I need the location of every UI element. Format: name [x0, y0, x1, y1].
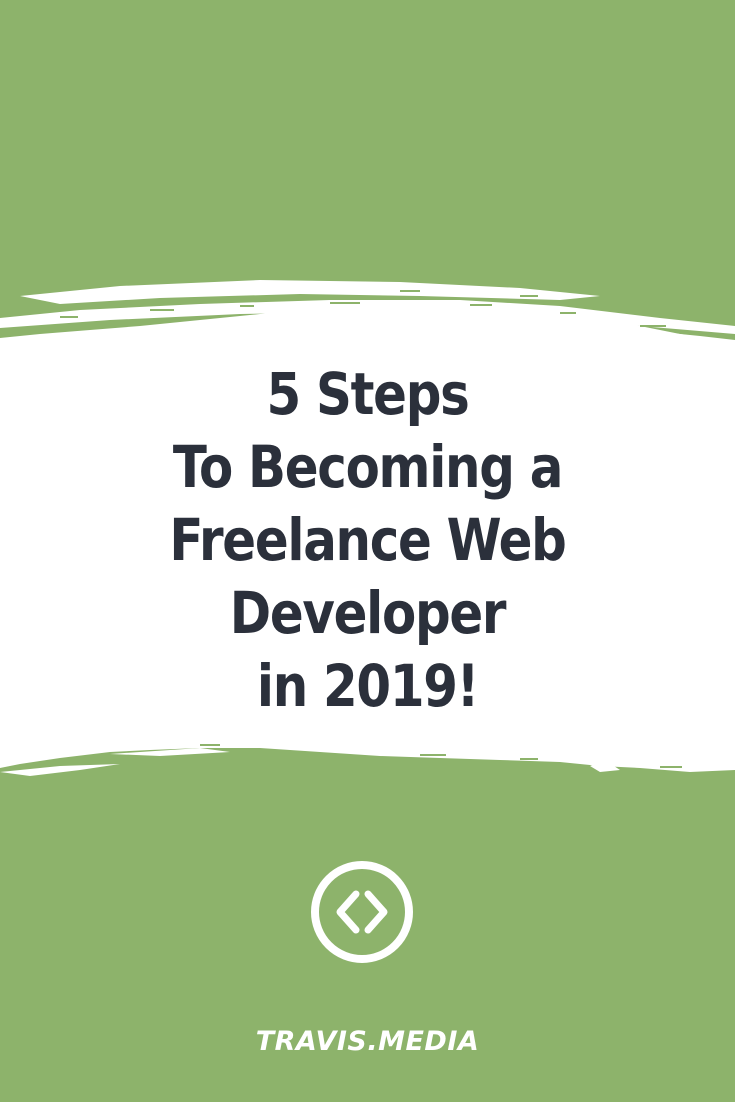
- headline-line-4: Developer: [229, 579, 507, 647]
- pin-graphic: { "colors": { "background": "#8db36b", "…: [0, 0, 735, 1102]
- headline-line-1: 5 Steps: [266, 360, 469, 428]
- code-brackets-icon: [311, 861, 413, 963]
- headline-line-2: To Becoming a: [172, 433, 564, 501]
- headline-line-5: in 2019!: [256, 652, 480, 720]
- headline: 5 Steps To Becoming a Freelance Web Deve…: [51, 358, 683, 723]
- brand-name[interactable]: TRAVIS.MEDIA: [0, 1026, 735, 1057]
- headline-line-3: Freelance Web: [169, 506, 566, 574]
